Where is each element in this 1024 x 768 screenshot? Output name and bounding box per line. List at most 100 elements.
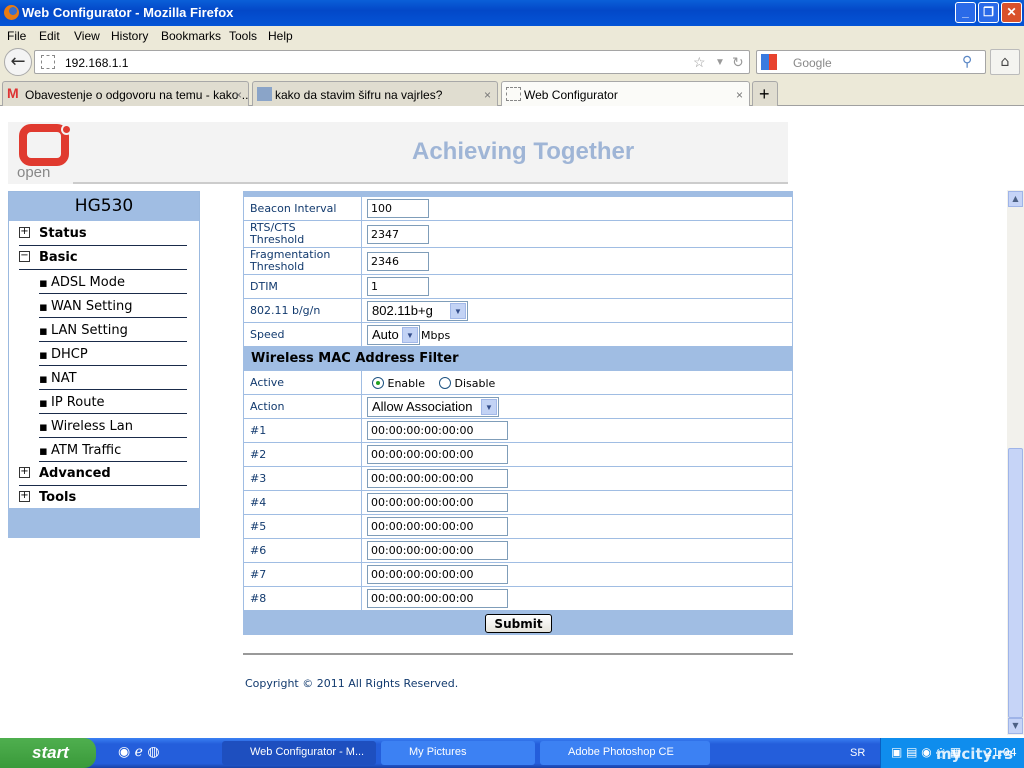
menu-tools[interactable]: Tools (229, 29, 257, 43)
tab-gmail[interactable]: M Obavestenje o odgovoru na temu - kako … (2, 81, 249, 106)
rts-threshold-input[interactable] (367, 225, 429, 244)
gmail-icon: M (7, 85, 19, 101)
reload-icon[interactable]: ↻ (732, 54, 744, 71)
sidebar-item-lan-setting[interactable]: ▪ LAN Setting (39, 318, 187, 342)
wireless-mode-select[interactable]: 802.11b+g ▼ (367, 301, 468, 321)
sidebar-item-tools[interactable]: + Tools (19, 486, 187, 510)
submit-button[interactable]: Submit (485, 614, 552, 633)
sidebar-item-basic[interactable]: − Basic (19, 246, 187, 270)
mac-entry-row: #2 00:00:00:00:00:00 (243, 443, 793, 467)
google-icon[interactable] (761, 54, 777, 70)
back-button[interactable]: ← (4, 48, 32, 76)
start-button[interactable]: start (0, 738, 96, 768)
quick-launch-icons[interactable]: ◉ ℯ ◍ (118, 744, 160, 760)
firefox-icon (4, 5, 19, 20)
language-indicator[interactable]: SR (850, 747, 865, 759)
tab-label: kako da stavim šifru na vajrles? (275, 88, 443, 102)
fragmentation-threshold-row: Fragmentation Threshold (243, 248, 793, 275)
mac-address-input[interactable]: 00:00:00:00:00:00 (367, 445, 508, 464)
menu-bar: File Edit View History Bookmarks Tools H… (0, 26, 1024, 46)
tab-close-icon[interactable]: × (736, 88, 743, 102)
tab-mycity[interactable]: kako da stavim šifru na vajrles? × (252, 81, 498, 106)
search-icon[interactable]: ⚲ (962, 53, 972, 70)
mode-row: 802.11 b/g/n 802.11b+g ▼ (243, 299, 793, 323)
fragmentation-threshold-input[interactable] (367, 252, 429, 271)
mac-entry-label: #5 (250, 520, 267, 533)
disable-radio[interactable]: Disable (439, 377, 495, 390)
mac-address-input[interactable]: 00:00:00:00:00:00 (367, 469, 508, 488)
address-bar[interactable]: 192.168.1.1 ☆ ▼ ↻ (34, 50, 750, 74)
speed-select[interactable]: Auto ▼ (367, 325, 420, 345)
page-scrollbar[interactable]: ▲ ▼ (1007, 190, 1024, 735)
task-my-pictures[interactable]: My Pictures (381, 741, 535, 765)
action-select[interactable]: Allow Association ▼ (367, 397, 499, 417)
scroll-down-arrow[interactable]: ▼ (1008, 718, 1023, 734)
menu-history[interactable]: History (111, 29, 148, 43)
mac-filter-action-row: Action Allow Association ▼ (243, 395, 793, 419)
copyright: Copyright © 2011 All Rights Reserved. (245, 677, 459, 690)
home-button[interactable]: ⌂ (990, 49, 1020, 75)
mac-address-input[interactable]: 00:00:00:00:00:00 (367, 517, 508, 536)
menu-help[interactable]: Help (268, 29, 293, 43)
dtim-input[interactable] (367, 277, 429, 296)
sidebar-item-nat[interactable]: ▪ NAT (39, 366, 187, 390)
page-header: open Achieving Together (8, 122, 788, 184)
sidebar-item-wan-setting[interactable]: ▪ WAN Setting (39, 294, 187, 318)
mac-entry-label: #6 (250, 544, 267, 557)
menu-bookmarks[interactable]: Bookmarks (161, 29, 221, 43)
sidebar-item-advanced[interactable]: + Advanced (19, 462, 187, 486)
chevron-down-icon: ▼ (481, 399, 497, 415)
taskbar: start ◉ ℯ ◍ Web Configurator - M... My P… (0, 738, 1024, 768)
expand-icon[interactable]: + (19, 227, 30, 238)
tab-web-configurator[interactable]: Web Configurator × (501, 81, 750, 106)
menu-file[interactable]: File (7, 29, 26, 43)
tab-close-icon[interactable]: × (484, 88, 491, 102)
new-tab-button[interactable]: + (752, 81, 778, 106)
sidebar-item-wireless-lan[interactable]: ▪ Wireless Lan (39, 414, 187, 438)
sidebar-item-status[interactable]: + Status (19, 222, 187, 246)
menu-edit[interactable]: Edit (39, 29, 60, 43)
maximize-button[interactable]: ❐ (978, 2, 999, 23)
chevron-down-icon: ▼ (402, 327, 418, 343)
mac-address-input[interactable]: 00:00:00:00:00:00 (367, 493, 508, 512)
logo-text: open (17, 164, 51, 181)
task-photoshop[interactable]: Adobe Photoshop CE (540, 741, 710, 765)
beacon-interval-input[interactable] (367, 199, 429, 218)
window-title: Web Configurator - Mozilla Firefox (22, 5, 234, 20)
search-box[interactable]: Google ⚲ (756, 50, 986, 74)
sidebar-item-ip-route[interactable]: ▪ IP Route (39, 390, 187, 414)
mac-entry-label: #4 (250, 496, 267, 509)
sidebar-item-adsl-mode[interactable]: ▪ ADSL Mode (39, 270, 187, 294)
sidebar-item-dhcp[interactable]: ▪ DHCP (39, 342, 187, 366)
speed-row: Speed Auto ▼ Mbps (243, 323, 793, 347)
mac-entry-row: #3 00:00:00:00:00:00 (243, 467, 793, 491)
device-model: HG530 (9, 192, 199, 221)
sidebar-item-atm-traffic[interactable]: ▪ ATM Traffic (39, 438, 187, 462)
mac-entry-label: #7 (250, 568, 267, 581)
enable-radio[interactable]: Enable (372, 377, 425, 390)
search-placeholder: Google (793, 56, 832, 70)
minimize-button[interactable]: _ (955, 2, 976, 23)
mac-address-input[interactable]: 00:00:00:00:00:00 (367, 541, 508, 560)
tab-close-icon[interactable]: × (235, 88, 242, 102)
bookmark-star-icon[interactable]: ☆ (693, 54, 706, 71)
expand-icon[interactable]: + (19, 467, 30, 478)
close-button[interactable]: ✕ (1001, 2, 1022, 23)
mac-address-input[interactable]: 00:00:00:00:00:00 (367, 589, 508, 608)
expand-icon[interactable]: + (19, 491, 30, 502)
beacon-interval-row: Beacon Interval (243, 197, 793, 221)
submit-row: Submit (243, 611, 793, 635)
task-web-configurator[interactable]: Web Configurator - M... (222, 741, 376, 765)
mac-filter-active-row: Active Enable Disable (243, 371, 793, 395)
tab-label: Obavestenje o odgovoru na temu - kako ..… (25, 88, 249, 102)
mac-entry-label: #2 (250, 448, 267, 461)
mac-address-input[interactable]: 00:00:00:00:00:00 (367, 565, 508, 584)
collapse-icon[interactable]: − (19, 251, 30, 262)
scroll-up-arrow[interactable]: ▲ (1008, 191, 1023, 207)
menu-view[interactable]: View (74, 29, 100, 43)
logo-dot (61, 124, 72, 135)
scrollbar-thumb[interactable] (1008, 448, 1023, 718)
mac-entry-row: #6 00:00:00:00:00:00 (243, 539, 793, 563)
mac-address-input[interactable]: 00:00:00:00:00:00 (367, 421, 508, 440)
history-dropdown-icon[interactable]: ▼ (715, 57, 725, 68)
